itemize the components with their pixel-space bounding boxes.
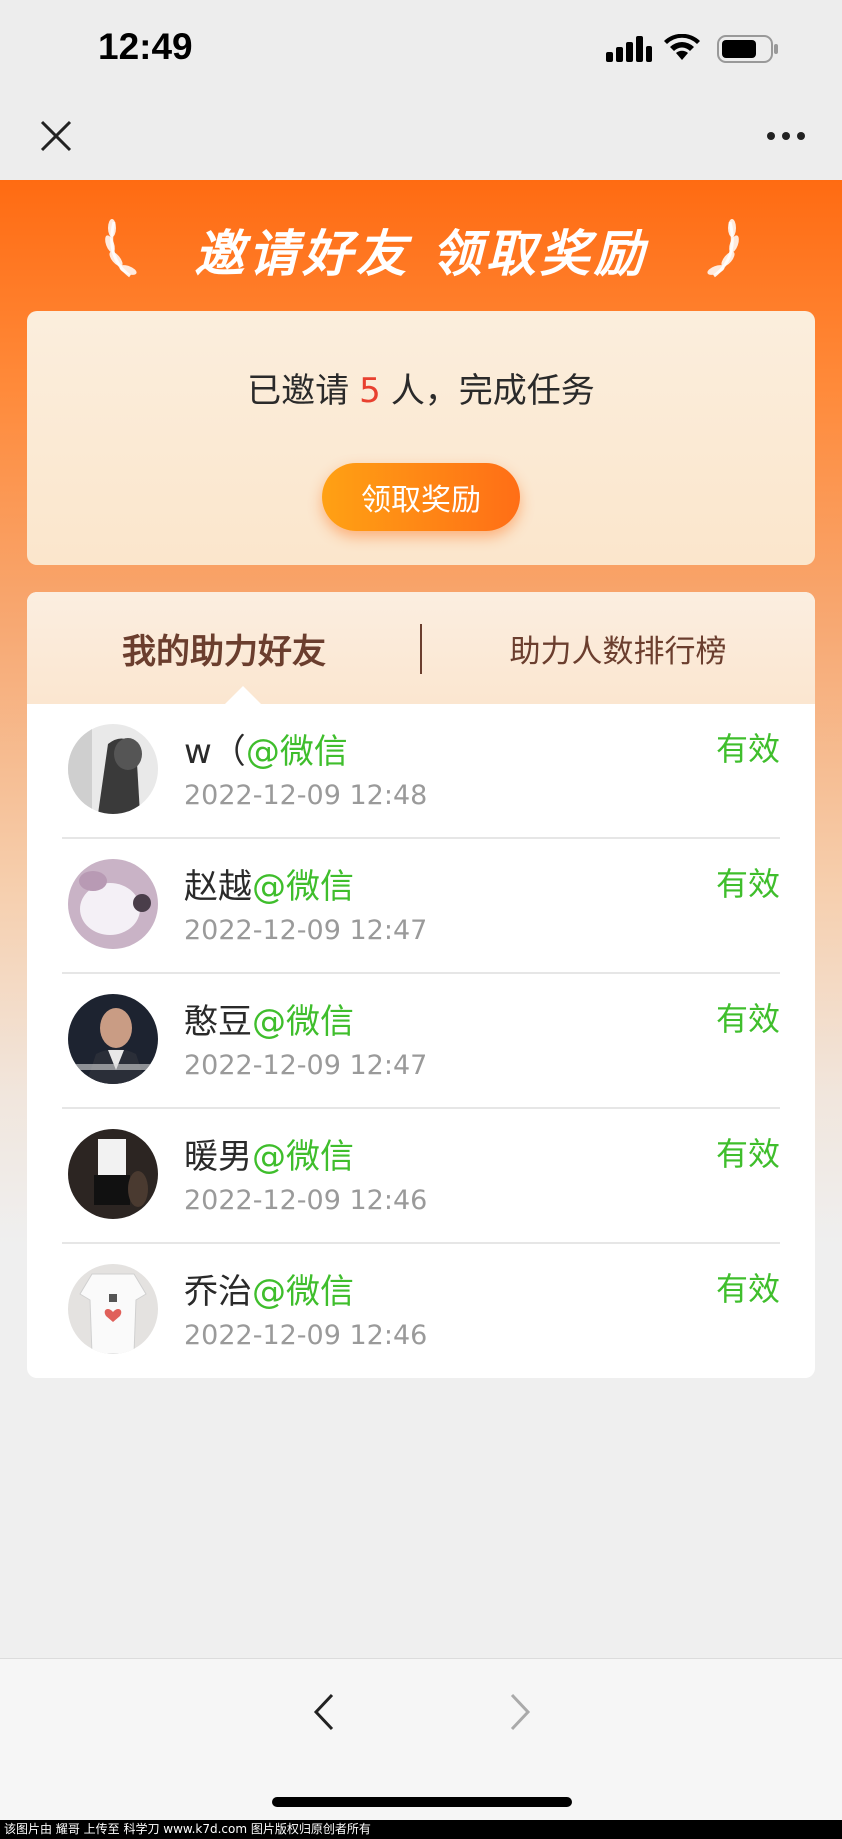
friend-name-text: w（ [184, 732, 246, 772]
friend-row: w（@微信 2022-12-09 12:48 有效 [62, 704, 780, 839]
friend-name-text: 乔治 [184, 1272, 252, 1312]
avatar [68, 994, 158, 1084]
claim-reward-button[interactable]: 领取奖励 [322, 463, 520, 531]
friend-time: 2022-12-09 12:47 [184, 1050, 428, 1081]
cellular-signal-icon [606, 36, 652, 62]
friend-time: 2022-12-09 12:47 [184, 915, 428, 946]
status-time: 12:49 [98, 26, 193, 67]
friend-status: 有效 [715, 730, 780, 768]
friend-row: 暖男@微信 2022-12-09 12:46 有效 [62, 1109, 780, 1244]
close-icon[interactable] [38, 118, 74, 154]
wifi-icon [664, 34, 700, 60]
friend-status: 有效 [715, 1270, 780, 1308]
invite-prefix: 已邀请 [247, 371, 350, 411]
active-tab-pointer [225, 686, 261, 704]
friend-name: w（@微信 [184, 724, 348, 773]
friend-source: @微信 [252, 867, 354, 907]
friends-card: 我的助力好友 助力人数排行榜 w（@微信 2022-12-09 12:48 有效… [27, 592, 815, 1378]
friend-time: 2022-12-09 12:48 [184, 780, 428, 811]
nav-bar [0, 100, 842, 180]
friend-time: 2022-12-09 12:46 [184, 1320, 428, 1351]
friend-name: 赵越@微信 [184, 859, 354, 908]
invite-summary: 已邀请 5 人，完成任务 [27, 363, 815, 412]
friend-name: 暖男@微信 [184, 1129, 354, 1178]
avatar [68, 859, 158, 949]
tab-ranking[interactable]: 助力人数排行榜 [421, 592, 815, 704]
status-bar: 12:49 [0, 0, 842, 100]
friend-source: @微信 [252, 1272, 354, 1312]
friend-status: 有效 [715, 1000, 780, 1038]
tab-header: 我的助力好友 助力人数排行榜 [27, 592, 815, 704]
friend-time: 2022-12-09 12:46 [184, 1185, 428, 1216]
forward-icon[interactable] [506, 1689, 536, 1735]
home-indicator[interactable] [272, 1797, 572, 1807]
more-icon[interactable] [766, 130, 806, 142]
friend-status: 有效 [715, 1135, 780, 1173]
avatar [68, 724, 158, 814]
friend-name: 憨豆@微信 [184, 994, 354, 1043]
friend-source: @微信 [252, 1137, 354, 1177]
friend-name: 乔治@微信 [184, 1264, 354, 1313]
invite-card: 已邀请 5 人，完成任务 领取奖励 [27, 311, 815, 565]
friend-row: 乔治@微信 2022-12-09 12:46 有效 [62, 1244, 780, 1378]
back-icon[interactable] [308, 1689, 338, 1735]
friend-status: 有效 [715, 865, 780, 903]
watermark: 该图片由 耀哥 上传至 科学刀 www.k7d.com 图片版权归原创者所有 [0, 1820, 842, 1839]
friend-name-text: 暖男 [184, 1137, 252, 1177]
invite-suffix: 人，完成任务 [390, 371, 595, 411]
friend-list: w（@微信 2022-12-09 12:48 有效 赵越@微信 2022-12-… [62, 704, 780, 1378]
page-content: 邀请好友 领取奖励 已邀请 5 人，完成任务 领取奖励 我的助力好友 助力人数排行榜 [0, 180, 842, 1658]
friend-name-text: 憨豆 [184, 1002, 252, 1042]
browser-bottom-bar [0, 1658, 842, 1820]
friend-row: 赵越@微信 2022-12-09 12:47 有效 [62, 839, 780, 974]
invite-count: 5 [359, 371, 381, 411]
battery-icon [717, 35, 778, 63]
avatar [68, 1264, 158, 1354]
tab-my-helpers[interactable]: 我的助力好友 [27, 592, 421, 704]
avatar [68, 1129, 158, 1219]
friend-source: @微信 [245, 732, 348, 772]
friend-source: @微信 [252, 1002, 354, 1042]
laurel-right-icon [707, 219, 739, 278]
friend-row: 憨豆@微信 2022-12-09 12:47 有效 [62, 974, 780, 1109]
friend-name-text: 赵越 [184, 867, 252, 907]
